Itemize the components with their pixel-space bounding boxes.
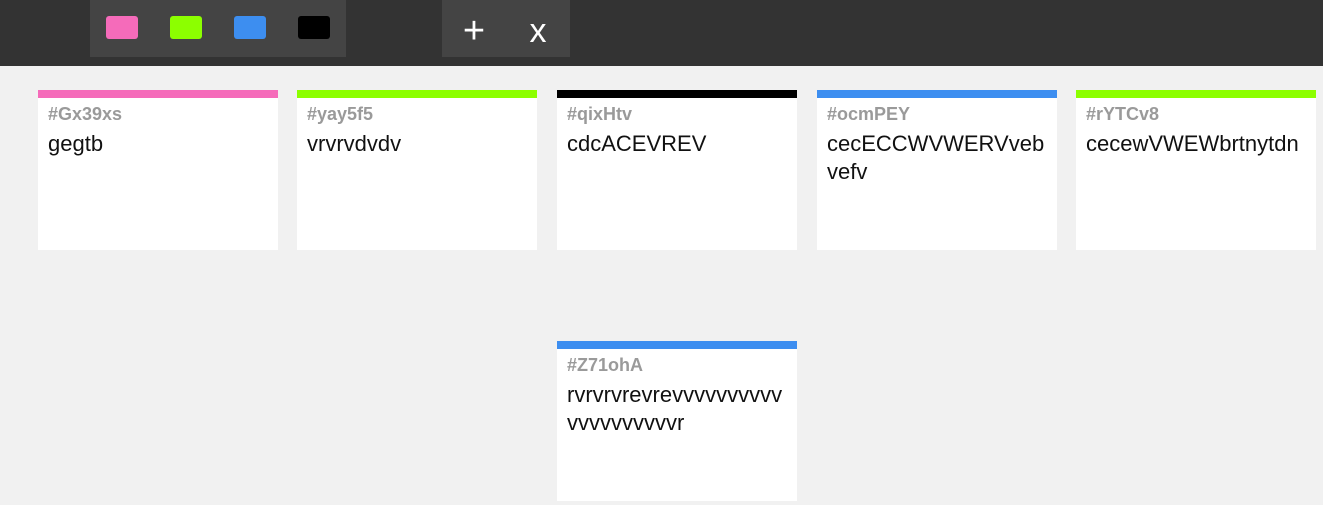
note-id: #ocmPEY [827, 104, 911, 124]
note-card[interactable]: #yay5f5 vrvrvdvdv [297, 90, 537, 250]
note-card[interactable]: #Gx39xs gegtb [38, 90, 278, 250]
note-id: #Gx39xs [48, 104, 123, 124]
note-color-bar [38, 90, 278, 98]
add-note-button[interactable]: + [442, 0, 506, 57]
note-color-bar [1076, 90, 1316, 98]
note-id: #rYTCv8 [1086, 104, 1160, 124]
note-text[interactable]: cdcACEVREV [567, 130, 792, 158]
swatch-pink[interactable] [106, 16, 138, 39]
swatch-green[interactable] [170, 16, 202, 39]
note-card[interactable]: #ocmPEY cecECCWVWERVvebvefv [817, 90, 1057, 250]
note-text[interactable]: cecECCWVWERVvebvefv [827, 130, 1052, 186]
toolbar: + x [0, 0, 1323, 66]
note-color-bar [297, 90, 537, 98]
swatch-blue[interactable] [234, 16, 266, 39]
note-text[interactable]: rvrvrvrevrevvvvvvvvvvvvvvvvvvvvr [567, 381, 792, 437]
swatch-black[interactable] [298, 16, 330, 39]
color-swatch-group [90, 0, 346, 57]
note-card[interactable]: #qixHtv cdcACEVREV [557, 90, 797, 250]
close-button[interactable]: x [506, 0, 570, 57]
note-color-bar [557, 341, 797, 349]
note-text[interactable]: vrvrvdvdv [307, 130, 532, 158]
note-id: #Z71ohA [567, 355, 644, 375]
note-id: #qixHtv [567, 104, 633, 124]
note-id: #yay5f5 [307, 104, 374, 124]
action-button-group: + x [442, 0, 570, 57]
note-text[interactable]: gegtb [48, 130, 273, 158]
note-color-bar [817, 90, 1057, 98]
note-text[interactable]: cecewVWEWbrtnytdn [1086, 130, 1311, 158]
note-card[interactable]: #Z71ohA rvrvrvrevrevvvvvvvvvvvvvvvvvvvvr [557, 341, 797, 501]
note-card[interactable]: #rYTCv8 cecewVWEWbrtnytdn [1076, 90, 1316, 250]
note-color-bar [557, 90, 797, 98]
